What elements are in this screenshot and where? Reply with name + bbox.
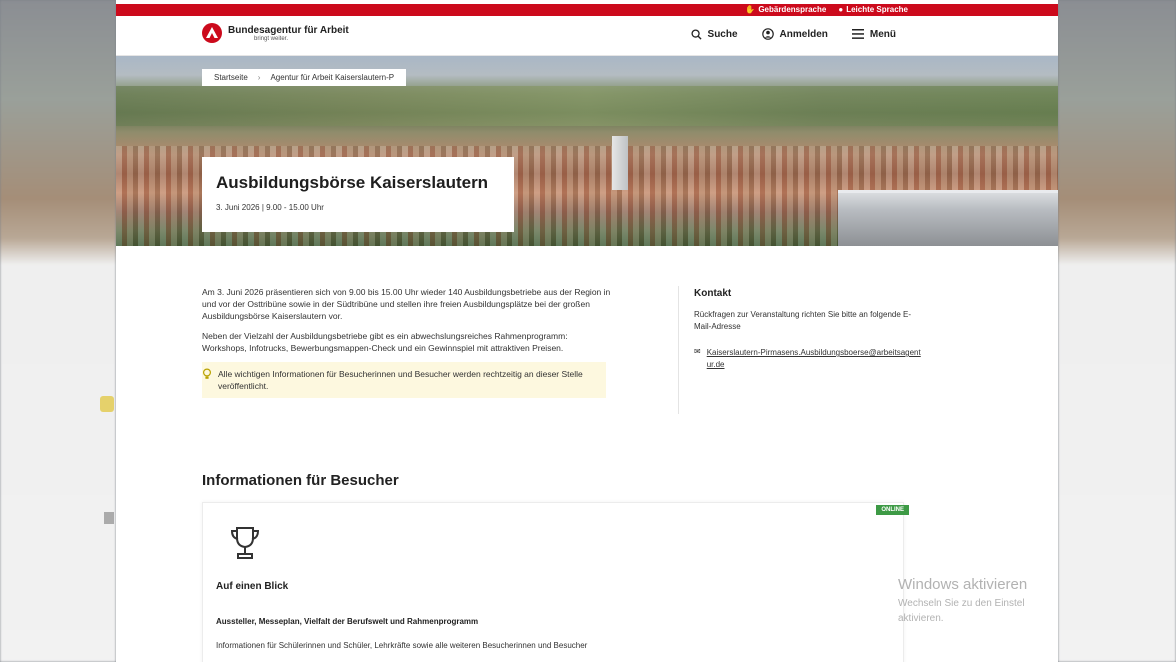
sign-language-link[interactable]: ✋ Gebärdensprache — [745, 5, 826, 14]
trophy-icon — [230, 527, 260, 559]
blurred-mark — [104, 512, 114, 524]
blurred-background-right — [1058, 0, 1176, 662]
program-paragraph: Neben der Vielzahl der Ausbildungsbetrie… — [202, 331, 568, 353]
online-badge: ONLINE — [876, 505, 909, 515]
blurred-background-left — [0, 0, 116, 662]
easy-language-icon: ● — [838, 5, 844, 14]
contact-heading: Kontakt — [694, 288, 732, 299]
contact-email-link[interactable]: Kaiserslautern-Pirmasens.Ausbildungsboer… — [707, 347, 924, 371]
easy-language-link[interactable]: ● Leichte Sprache — [838, 5, 908, 14]
search-icon — [690, 28, 702, 40]
site-header: Bundesagentur für Arbeit bringt weiter. … — [116, 16, 1058, 56]
chevron-right-icon: › — [257, 73, 261, 82]
logo-name: Bundesagentur für Arbeit — [228, 24, 349, 36]
hero-title-box: Ausbildungsbörse Kaiserslautern 3. Juni … — [202, 157, 514, 232]
login-button[interactable]: Anmelden — [761, 28, 828, 40]
hero-hills — [116, 86, 1058, 126]
info-hint: Alle wichtigen Informationen für Besuche… — [202, 362, 606, 398]
hero-tower — [612, 136, 628, 190]
hamburger-icon — [851, 29, 864, 39]
card-description: Informationen für Schülerinnen und Schül… — [216, 641, 588, 650]
logo-icon — [202, 23, 222, 43]
logo[interactable]: Bundesagentur für Arbeit bringt weiter. — [202, 23, 349, 43]
section-title: Informationen für Besucher — [202, 472, 399, 489]
top-utility-bar: ✋ Gebärdensprache ● Leichte Sprache — [116, 0, 1058, 16]
card-title: Auf einen Blick — [216, 581, 289, 592]
hero-stadium — [838, 190, 1058, 246]
windows-activation-watermark: Windows aktivieren Wechseln Sie zu den E… — [898, 576, 1028, 624]
column-divider — [678, 286, 679, 414]
contact-text: Rückfragen zur Veranstaltung richten Sie… — [694, 310, 912, 331]
contact-email-row: ✉ Kaiserslautern-Pirmasens.Ausbildungsbo… — [694, 347, 924, 371]
logo-tagline: bringt weiter. — [254, 35, 289, 42]
contact-box: Kontakt Rückfragen zur Veranstaltung ric… — [694, 288, 924, 371]
breadcrumb-current[interactable]: Agentur für Arbeit Kaiserslautern-P — [270, 73, 394, 82]
hand-icon: ✋ — [745, 5, 756, 14]
search-button[interactable]: Suche — [690, 28, 738, 40]
menu-button[interactable]: Menü — [851, 28, 896, 40]
card-subtitle: Aussteller, Messeplan, Vielfalt der Beru… — [216, 617, 479, 626]
page-title: Ausbildungsbörse Kaiserslautern — [216, 173, 489, 192]
mail-icon: ✉ — [694, 347, 701, 356]
breadcrumb-home[interactable]: Startseite — [214, 73, 248, 82]
web-page: ✋ Gebärdensprache ● Leichte Sprache Bund… — [116, 0, 1058, 662]
intro-content: Am 3. Juni 2026 präsentieren sich von 9.… — [202, 286, 612, 398]
info-card[interactable]: ONLINE Auf einen Blick Aussteller, Messe… — [202, 502, 909, 662]
breadcrumb: Startseite › Agentur für Arbeit Kaisersl… — [202, 69, 407, 86]
blurred-hint-chip — [100, 396, 114, 412]
event-date: 3. Juni 2026 | 9.00 - 15.00 Uhr — [216, 203, 324, 212]
main-nav: Suche Anmelden Menü — [690, 28, 896, 40]
intro-paragraph: Am 3. Juni 2026 präsentieren sich von 9.… — [202, 287, 611, 321]
lightbulb-icon — [202, 368, 212, 379]
hero-banner: Startseite › Agentur für Arbeit Kaisersl… — [116, 56, 1058, 246]
user-icon — [761, 28, 774, 40]
